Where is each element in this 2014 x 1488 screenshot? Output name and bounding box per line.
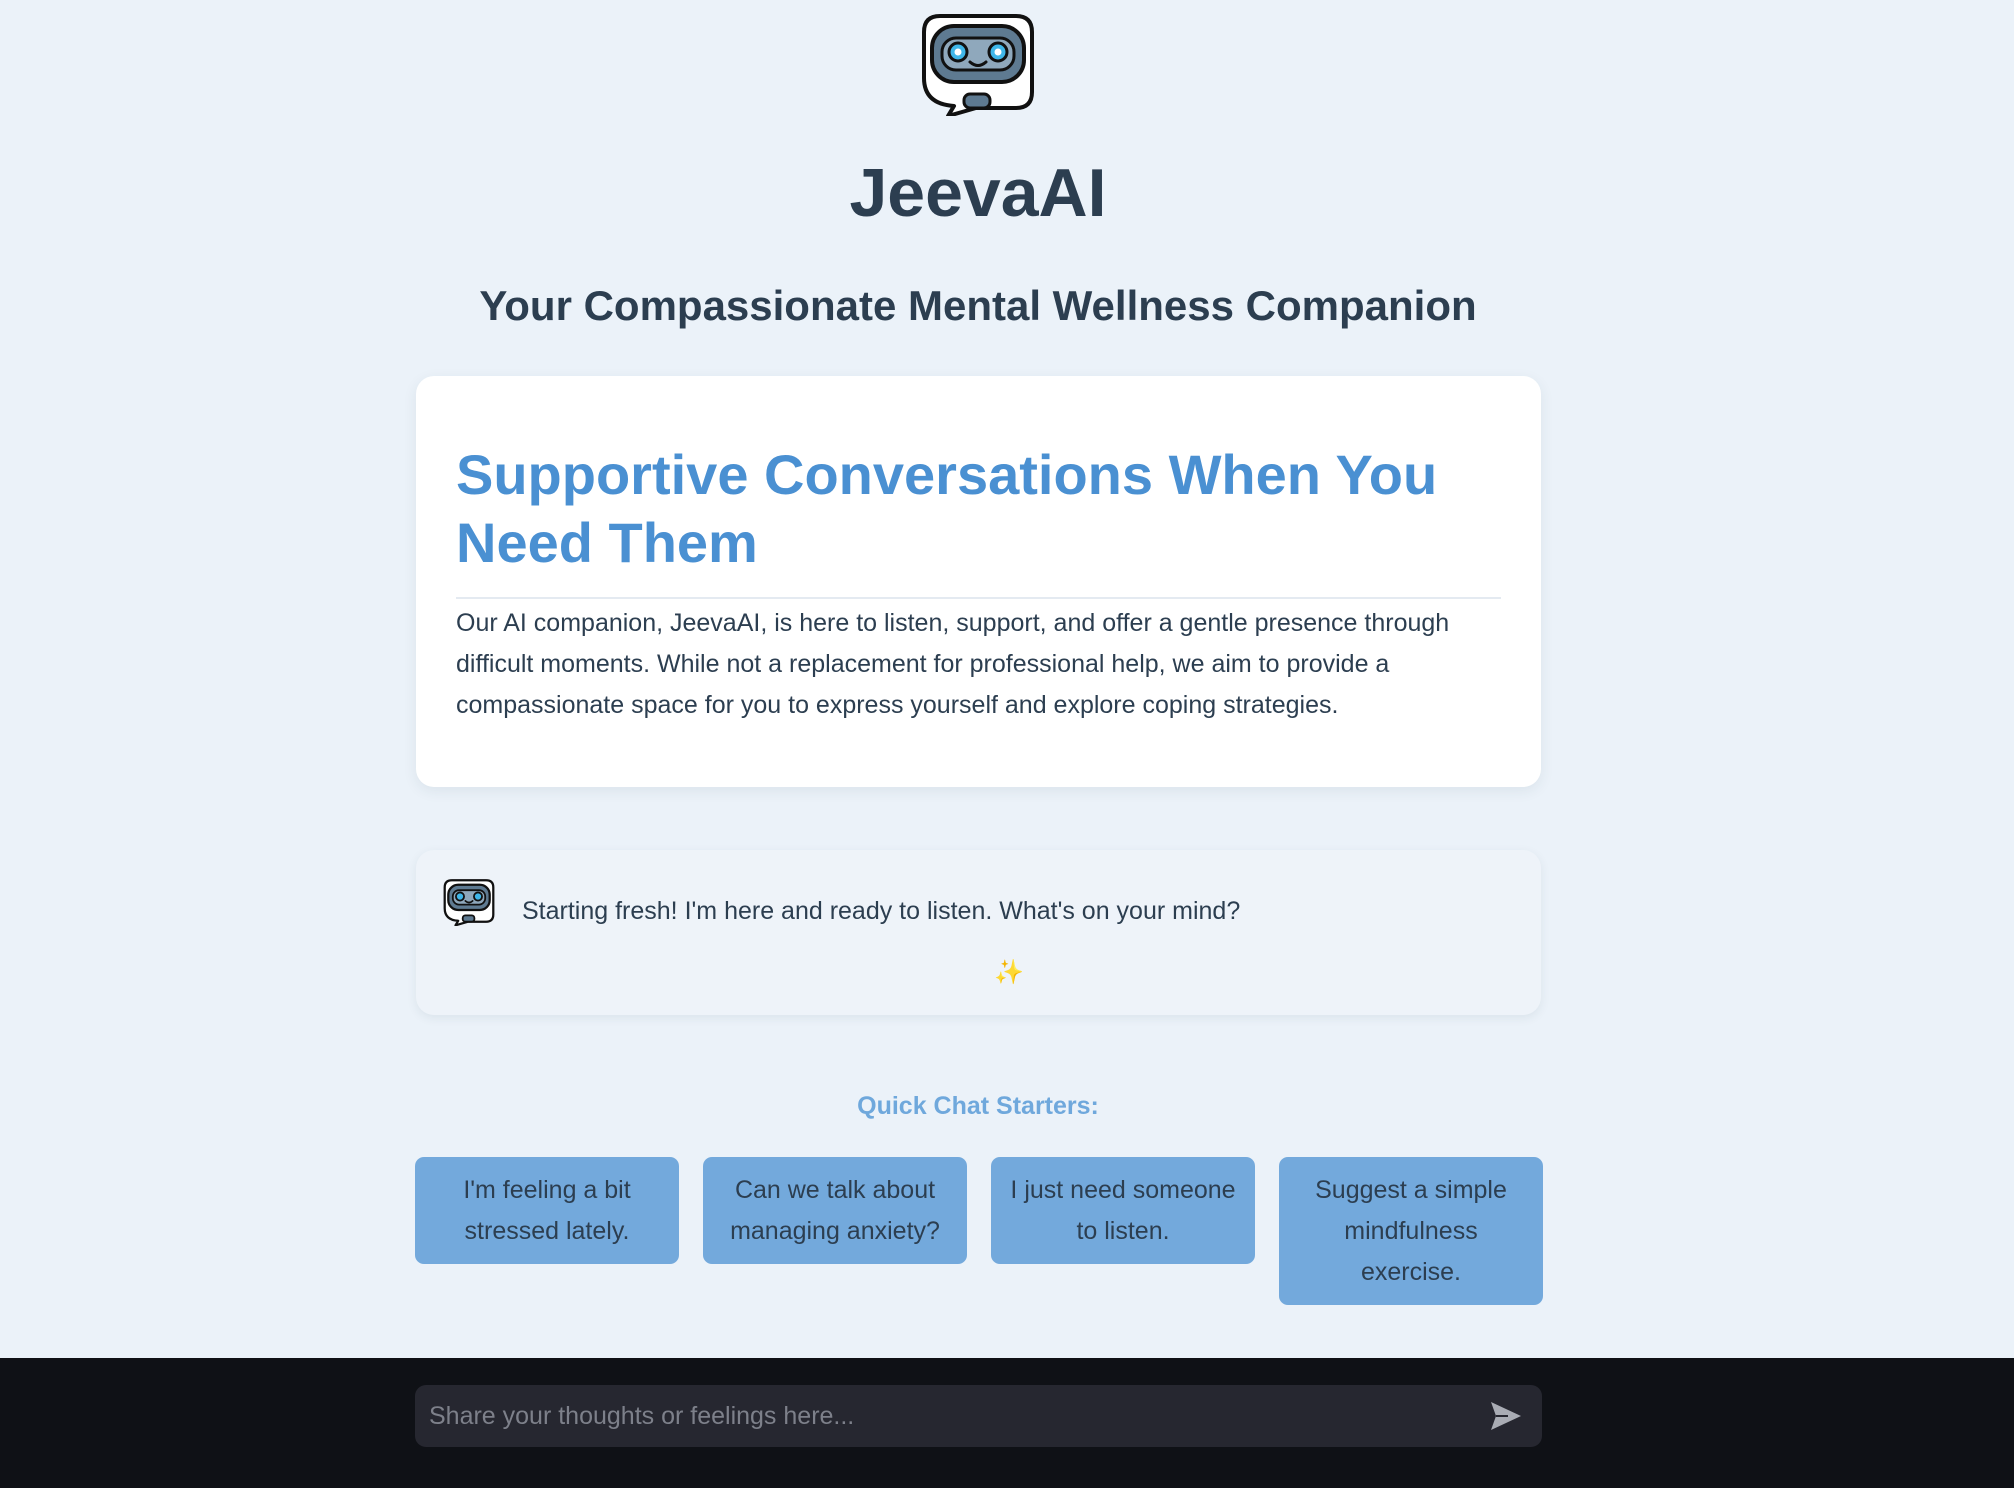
chat-input[interactable] — [429, 1385, 1469, 1447]
robot-chat-bubble-icon — [918, 8, 1038, 118]
sparkles-icon: ✨ — [994, 959, 1024, 986]
intro-card: Supportive Conversations When You Need T… — [416, 376, 1541, 787]
intro-text: Our AI companion, JeevaAI, is here to li… — [456, 609, 1450, 719]
starter-button-listen[interactable]: I just need someone to listen. — [991, 1157, 1255, 1264]
quick-chat-starters-label: Quick Chat Starters: — [857, 1092, 1099, 1120]
starter-button-anxiety[interactable]: Can we talk about managing anxiety? — [703, 1157, 967, 1264]
chat-input-container — [415, 1385, 1542, 1447]
app-subtitle: Your Compassionate Mental Wellness Compa… — [479, 282, 1477, 329]
assistant-avatar-icon — [442, 876, 496, 927]
starter-button-stressed[interactable]: I'm feeling a bit stressed lately. — [415, 1157, 679, 1264]
send-arrow-icon — [1488, 1402, 1524, 1436]
app-title: JeevaAI — [849, 155, 1107, 231]
chat-input-bar — [0, 1358, 2014, 1488]
starter-button-mindfulness[interactable]: Suggest a simple mindfulness exercise. — [1279, 1157, 1543, 1305]
send-button[interactable] — [1488, 1399, 1524, 1433]
assistant-message-text: Starting fresh! I'm here and ready to li… — [522, 897, 1241, 925]
intro-heading: Supportive Conversations When You Need T… — [456, 441, 1501, 599]
assistant-message: Starting fresh! I'm here and ready to li… — [416, 850, 1541, 1015]
